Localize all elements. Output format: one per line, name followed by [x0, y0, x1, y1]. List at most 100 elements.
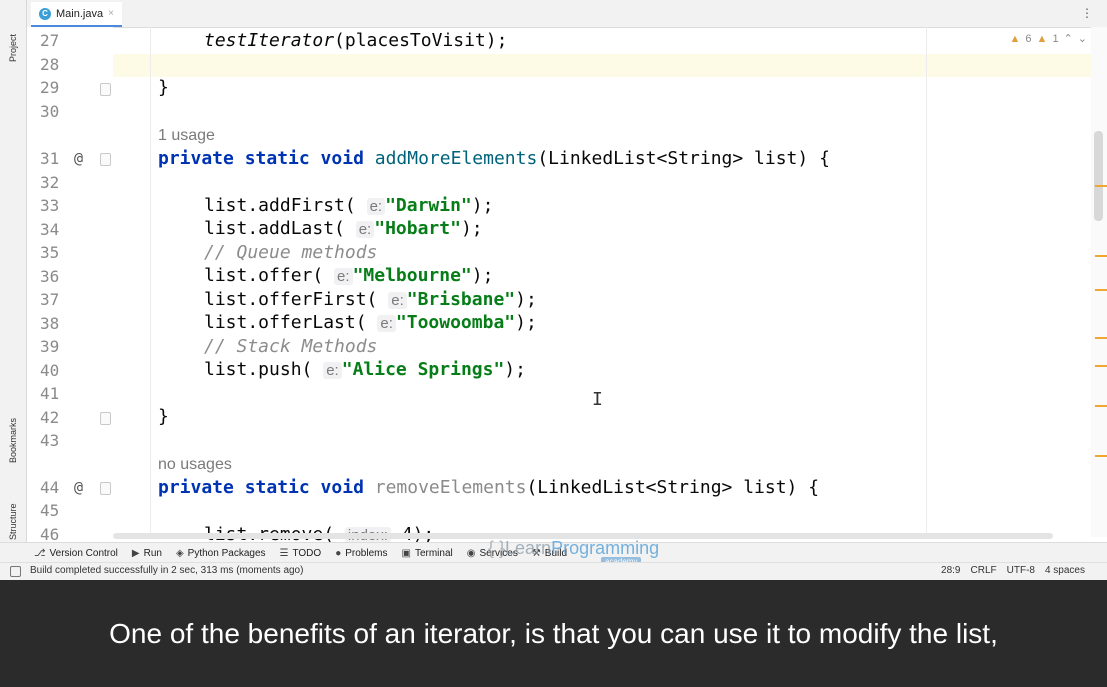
bookmarks-tool-tab[interactable]: Bookmarks [0, 395, 26, 463]
file-tab-label: Main.java [56, 7, 104, 20]
warning-count: 6 [1025, 32, 1032, 45]
usage-hint[interactable]: no usages [158, 456, 232, 474]
annotation-at-icon[interactable]: @ [74, 149, 83, 167]
line-number: 33 [40, 196, 60, 215]
tool-label: Terminal [414, 547, 453, 559]
code-line-44[interactable]: private static void removeElements(Linke… [158, 477, 819, 498]
line-number: 40 [40, 361, 60, 380]
info-icon: ● [335, 547, 342, 559]
status-toggle-icon[interactable] [10, 566, 21, 577]
tool-label: Run [143, 547, 162, 559]
line-number: 41 [40, 384, 60, 403]
structure-tab-label: Structure [8, 503, 18, 540]
terminal-tool-button[interactable]: ▣ Terminal [401, 548, 452, 559]
error-stripe-mark[interactable] [1095, 289, 1107, 291]
code-line-34[interactable]: list.addLast( e: "Hobart"); [204, 218, 483, 239]
code-line-33[interactable]: list.addFirst( e: "Darwin"); [204, 195, 493, 216]
terminal-icon: ▣ [401, 547, 411, 559]
error-stripe-mark[interactable] [1095, 185, 1107, 187]
line-number: 45 [40, 501, 60, 520]
usage-hint[interactable]: 1 usage [158, 127, 215, 145]
chevron-down-icon[interactable]: ⌄ [1078, 32, 1087, 45]
status-widgets: 28:9 CRLF UTF-8 4 spaces [941, 565, 1085, 576]
watermark-logo: { }LearnProgramming [488, 538, 660, 558]
file-encoding[interactable]: UTF-8 [1007, 565, 1035, 576]
line-number: 42 [40, 408, 60, 427]
services-icon: ◉ [466, 547, 476, 559]
code-line-38[interactable]: list.offerLast( e: "Toowoomba"); [204, 312, 537, 333]
close-tab-icon[interactable]: × [108, 8, 114, 19]
screen: Project Bookmarks Structure C Main.java … [0, 0, 1107, 687]
line-number: 35 [40, 243, 60, 262]
editor-tab-bar: C Main.java × ⋮ [27, 0, 1107, 28]
version-control-tool-button[interactable]: ⎇ Version Control [34, 548, 118, 559]
problems-tool-button[interactable]: ● Problems [335, 548, 387, 559]
error-stripe-mark[interactable] [1095, 365, 1107, 367]
fold-icon[interactable] [100, 153, 111, 166]
run-tool-button[interactable]: ▶ Run [132, 548, 162, 559]
error-stripe-mark[interactable] [1095, 405, 1107, 407]
code-line-36[interactable]: list.offer( e: "Melbourne"); [204, 265, 493, 286]
line-number: 38 [40, 314, 60, 333]
tool-label: Version Control [49, 547, 118, 559]
line-separator[interactable]: CRLF [971, 565, 997, 576]
code-line-29[interactable]: } [158, 77, 169, 98]
error-stripe-mark[interactable] [1095, 337, 1107, 339]
chevron-up-icon[interactable]: ⌃ [1064, 32, 1073, 45]
code-line-42[interactable]: } [158, 406, 169, 427]
layers-icon: ◈ [175, 547, 184, 559]
code-line-37[interactable]: list.offerFirst( e: "Brisbane"); [204, 289, 537, 310]
tab-menu-icon[interactable]: ⋮ [1081, 6, 1093, 20]
current-line-highlight [27, 54, 1091, 77]
fold-icon[interactable] [100, 412, 111, 425]
left-tool-strip: Project Bookmarks Structure [0, 0, 27, 565]
caption-text: One of the benefits of an iterator, is t… [109, 617, 998, 649]
play-icon: ▶ [131, 547, 140, 559]
line-number: 34 [40, 220, 60, 239]
todo-tool-button[interactable]: ☰ TODO [280, 548, 322, 559]
code-line-27[interactable]: testIterator(placesToVisit); [204, 30, 507, 51]
code-line-35[interactable]: // Queue methods [204, 242, 377, 263]
annotation-at-icon[interactable]: @ [74, 478, 83, 496]
vertical-scrollbar[interactable] [1091, 27, 1107, 537]
indent-guide [150, 27, 151, 537]
text-cursor-icon: I [592, 389, 603, 410]
python-packages-tool-button[interactable]: ◈ Python Packages [176, 548, 266, 559]
status-bar: Build completed successfully in 2 sec, 3… [0, 562, 1107, 580]
subtitle-caption: One of the benefits of an iterator, is t… [0, 580, 1107, 687]
weak-warning-icon: ▲ [1036, 32, 1048, 45]
code-line-39[interactable]: // Stack Methods [204, 336, 377, 357]
error-stripe-mark[interactable] [1095, 255, 1107, 257]
caret-position[interactable]: 28:9 [941, 565, 960, 576]
warning-icon: ▲ [1009, 32, 1021, 45]
line-number: 43 [40, 431, 60, 450]
error-stripe-mark[interactable] [1095, 455, 1107, 457]
line-number: 29 [40, 78, 60, 97]
code-line-31[interactable]: private static void addMoreElements(Link… [158, 148, 830, 169]
code-line-40[interactable]: list.push( e: "Alice Springs"); [204, 359, 526, 380]
status-message[interactable]: Build completed successfully in 2 sec, 3… [30, 565, 303, 576]
line-number: 37 [40, 290, 60, 309]
weak-warning-count: 1 [1052, 32, 1059, 45]
inspection-widget[interactable]: ▲ 6 ▲ 1 ⌃ ⌄ [1009, 32, 1087, 46]
fold-icon[interactable] [100, 83, 111, 96]
structure-tool-tab[interactable]: Structure [0, 476, 26, 540]
line-number: 32 [40, 173, 60, 192]
bookmarks-tab-label: Bookmarks [8, 417, 18, 463]
tool-label: TODO [292, 547, 322, 559]
line-number: 30 [40, 102, 60, 121]
line-number: 28 [40, 55, 60, 74]
indent-setting[interactable]: 4 spaces [1045, 565, 1085, 576]
list-icon: ☰ [279, 547, 289, 559]
branch-icon: ⎇ [34, 547, 46, 559]
line-number: 39 [40, 337, 60, 356]
line-number: 36 [40, 267, 60, 286]
project-tab-label: Project [8, 33, 18, 62]
file-tab-main-java[interactable]: C Main.java × [31, 2, 122, 27]
java-class-icon: C [39, 7, 51, 20]
project-tool-tab[interactable]: Project [0, 2, 26, 62]
tool-label: Problems [345, 547, 388, 559]
scroll-thumb[interactable] [1094, 131, 1103, 221]
ide-window: Project Bookmarks Structure C Main.java … [0, 0, 1107, 580]
fold-icon[interactable] [100, 482, 111, 495]
